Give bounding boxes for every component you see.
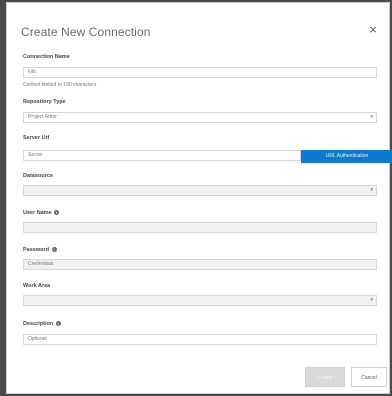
server-url-input[interactable]: Server [23, 150, 301, 161]
connection-name-hint: Content limited to 100 characters [23, 82, 97, 88]
user-name-input[interactable] [23, 222, 377, 233]
repository-type-label: Repository Type [23, 99, 66, 105]
info-icon[interactable]: i [51, 247, 57, 253]
info-icon[interactable]: i [54, 210, 60, 216]
chevron-down-icon: ▾ [370, 187, 373, 193]
password-input[interactable]: Credentials [23, 259, 377, 270]
cancel-button[interactable]: Cancel [351, 367, 387, 387]
datasource-select[interactable]: ▾ [23, 185, 377, 196]
create-connection-dialog: Create New Connection × Connection Name … [6, 2, 392, 394]
description-label: Description i [23, 321, 61, 327]
info-icon[interactable]: i [55, 321, 61, 327]
dialog-title: Create New Connection [21, 25, 151, 39]
url-authentication-button[interactable]: URL Authentication [301, 150, 392, 163]
password-label: Password i [23, 247, 57, 253]
user-name-label-text: User Name [23, 210, 52, 216]
repository-type-select[interactable]: Project Arbor ▾ [23, 112, 377, 123]
chevron-down-icon: ▾ [370, 297, 373, 303]
user-name-label: User Name i [23, 210, 60, 216]
description-label-text: Description [23, 321, 54, 327]
description-input[interactable]: Optional [23, 334, 377, 345]
chevron-down-icon: ▾ [370, 114, 373, 120]
connection-name-label: Connection Name [23, 54, 70, 60]
password-label-text: Password [23, 247, 49, 253]
work-area-label: Work Area [23, 283, 51, 289]
connection-name-input[interactable]: Ivib [23, 67, 377, 78]
create-button[interactable]: Create [305, 367, 345, 387]
server-url-label: Server Url [23, 135, 50, 141]
close-icon[interactable]: × [369, 23, 377, 36]
datasource-label: Datasource [23, 173, 53, 179]
work-area-select[interactable]: ▾ [23, 295, 377, 306]
repository-type-value: Project Arbor [28, 114, 57, 120]
